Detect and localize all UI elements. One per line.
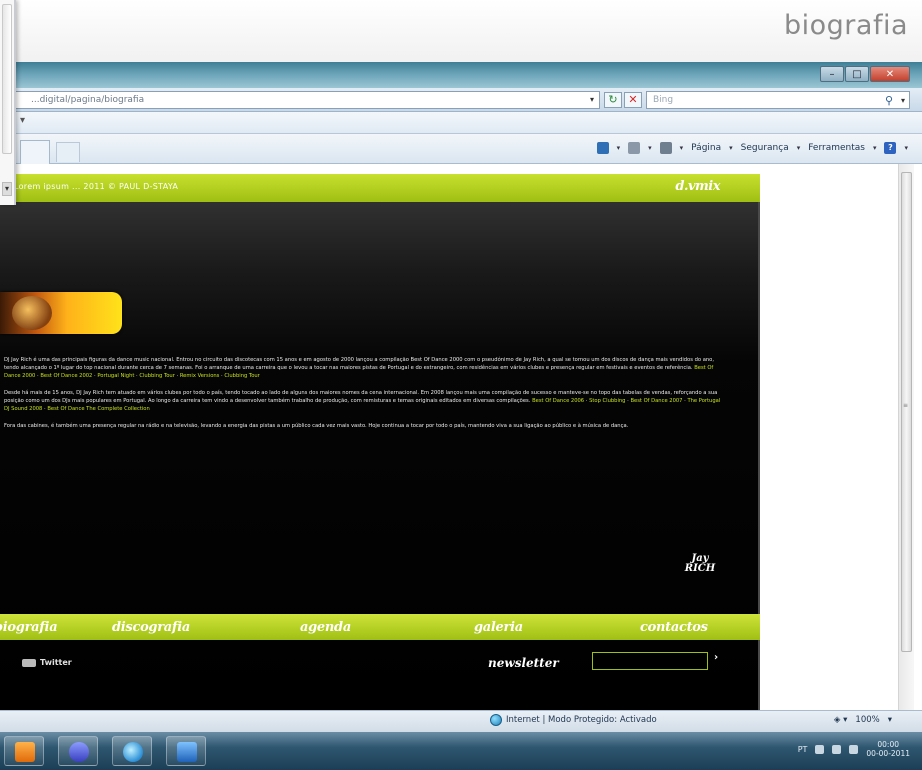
bio-paragraph-3: Fora das cabines, é também uma presença … [4,423,629,429]
system-tray: PT 00:00 00-00-2011 [798,740,910,758]
nav-galeria[interactable]: galeria [474,620,523,635]
nav-discografia[interactable]: discografia [112,620,190,635]
media-player-icon [69,742,89,762]
browser-tab[interactable] [20,140,50,164]
page-heading: biografia [784,10,908,41]
close-button[interactable]: ✕ [870,66,910,82]
chevron-down-icon[interactable]: ▾ [20,115,25,126]
internet-explorer-icon [123,742,143,762]
window-titlebar: – □ ✕ [0,62,922,88]
language-indicator[interactable]: PT [798,745,808,754]
taskbar: PT 00:00 00-00-2011 [0,732,922,770]
security-zone-text: Internet | Modo Protegido: Activado [506,715,657,725]
help-icon[interactable]: ? [884,142,897,154]
zoom-dropdown-icon[interactable]: ▾ [888,715,892,725]
bio-paragraph-2: Desde há mais de 15 anos, DJ Jay Rich te… [4,390,721,412]
search-icon[interactable]: ⚲ [885,93,893,109]
volume-icon[interactable] [849,744,859,754]
mail-dropdown-icon[interactable]: ▾ [648,144,652,152]
safety-menu[interactable]: Segurança [741,143,789,153]
address-dropdown-icon[interactable]: ▾ [584,91,600,109]
window-controls: – □ ✕ [820,66,910,82]
refresh-icon[interactable]: ↻ [604,92,622,108]
feeds-icon[interactable] [596,142,609,154]
twitter-link[interactable]: Twitter [22,658,72,667]
background-window-arrow-icon[interactable]: ▾ [2,182,12,196]
artist-photo [12,296,52,330]
stop-icon[interactable]: ✕ [624,92,642,108]
new-tab-button[interactable] [56,142,80,162]
site-top-bar: Lorem ipsum ... 2011 © PAUL D-STAYA d.vm… [0,174,760,202]
search-placeholder: Bing [653,95,674,105]
scrollbar-thumb[interactable] [901,172,912,652]
command-items: ▾ ▾ ▾ Página ▾ Segurança ▾ Ferramentas ▾ ? ▾ [596,142,908,154]
print-icon[interactable] [659,142,672,154]
clock[interactable]: 00:00 00-00-2011 [866,740,910,758]
status-right: ◈ ▾ 100% ▾ [834,715,892,725]
taskbar-app-ie[interactable] [112,736,152,766]
address-input[interactable]: ...digital/pagina/biografia [10,91,600,109]
tools-menu[interactable]: Ferramentas [808,143,865,153]
taskbar-app-2[interactable] [58,736,98,766]
scrollbar-grip-icon: ≡ [903,402,909,409]
browser-window: – □ ✕ ...digital/pagina/biografia ▾ ↻ ✕ … [0,62,922,732]
search-dropdown-icon[interactable]: ▾ [901,93,905,109]
network-icon[interactable] [832,744,842,754]
arrow-up-icon[interactable] [815,744,825,754]
globe-icon [490,714,502,726]
address-bar: ...digital/pagina/biografia ▾ ↻ ✕ Bing ⚲… [0,88,922,112]
maximize-button[interactable]: □ [845,66,869,82]
folder-icon [15,742,35,762]
protected-mode-icon[interactable]: ◈ ▾ [834,715,848,725]
site-navigation: biografia discografia agenda galeria con… [0,614,760,640]
website: Lorem ipsum ... 2011 © PAUL D-STAYA d.vm… [0,174,760,710]
artist-signature-logo: Jay RICH [684,553,716,574]
feeds-dropdown-icon[interactable]: ▾ [617,144,621,152]
print-dropdown-icon[interactable]: ▾ [680,144,684,152]
mail-icon[interactable] [628,142,641,154]
newsletter-submit-button[interactable]: › [714,652,718,663]
taskbar-app-1[interactable] [4,736,44,766]
zoom-level[interactable]: 100% [855,715,879,725]
browser-viewport: Lorem ipsum ... 2011 © PAUL D-STAYA d.vm… [0,164,922,710]
artist-banner [0,292,122,334]
page-menu[interactable]: Página [691,143,721,153]
background-window-scrollbar[interactable] [2,4,12,154]
nav-contactos[interactable]: contactos [640,620,708,635]
newsletter-label: newsletter [488,656,559,670]
site-footer: Twitter newsletter › [0,644,760,710]
site-logo[interactable]: d.vmix [675,179,720,194]
bio-paragraph-1: DJ Jay Rich é uma das principais figuras… [4,357,714,379]
favorites-bar: ▾ [0,112,922,134]
background-window: ▾ [0,0,16,205]
security-zone[interactable]: Internet | Modo Protegido: Activado [490,714,657,726]
taskbar-app-4[interactable] [166,736,206,766]
nav-biografia[interactable]: biografia [0,620,58,635]
search-input[interactable]: Bing ⚲ ▾ [646,91,910,109]
nav-agenda[interactable]: agenda [300,620,351,635]
vertical-scrollbar[interactable]: ≡ [898,164,914,710]
twitter-icon [22,658,36,667]
screenshot-root: biografia – □ ✕ ...digital/pagina/biogra… [0,0,922,770]
biography-text: DJ Jay Rich é uma das principais figuras… [4,356,726,439]
command-bar: ▾ ▾ ▾ Página ▾ Segurança ▾ Ferramentas ▾ ? ▾ [0,134,922,164]
twitter-label: Twitter [40,658,72,667]
site-top-text: Lorem ipsum ... 2011 © PAUL D-STAYA [14,182,179,191]
newsletter-email-input[interactable] [592,652,708,670]
minimize-button[interactable]: – [820,66,844,82]
status-bar: Internet | Modo Protegido: Activado ◈ ▾ … [0,710,922,732]
app-icon [177,742,197,762]
